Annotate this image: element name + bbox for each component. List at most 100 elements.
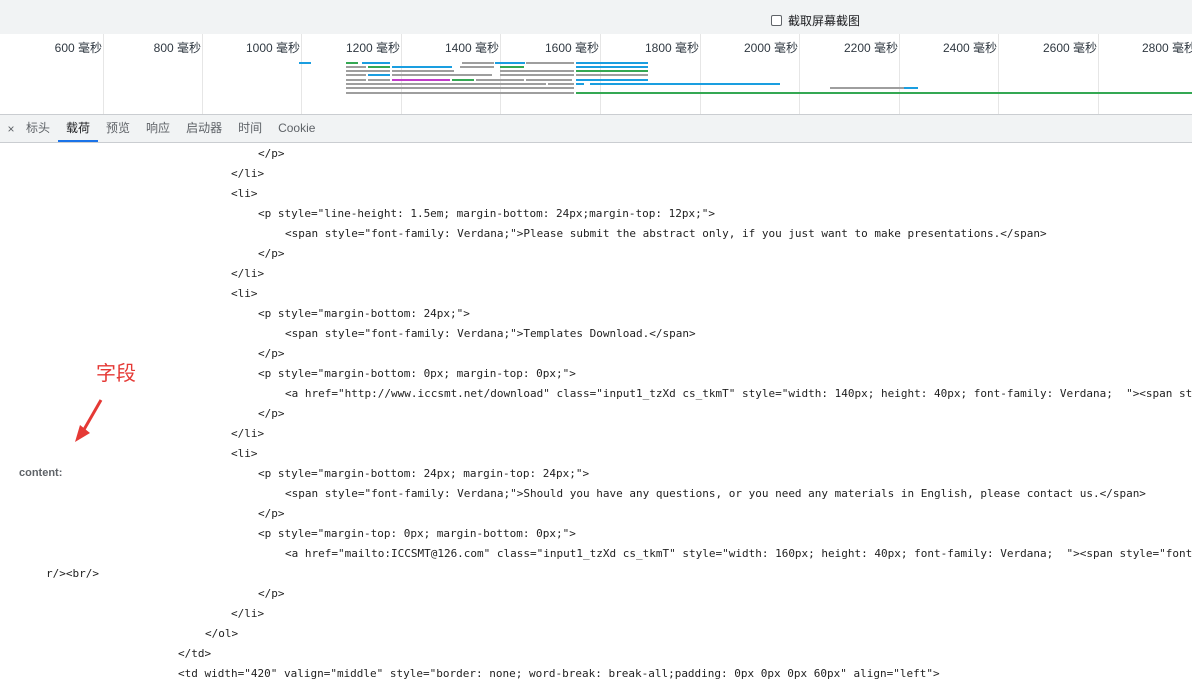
tick-label: 1600 毫秒 <box>544 41 599 55</box>
timeline-tick: 1000 毫秒 <box>246 34 302 114</box>
payload-field-key: content: <box>19 467 63 479</box>
request-bar <box>576 62 648 64</box>
code-line: </li> <box>231 167 265 180</box>
request-bar <box>500 66 524 68</box>
code-line: </li> <box>231 267 265 280</box>
request-bar <box>346 66 366 68</box>
tick-label: 2600 毫秒 <box>1042 41 1097 55</box>
toolbar: 截取屏幕截图 <box>0 0 1192 34</box>
request-bar <box>500 74 574 76</box>
close-icon[interactable]: × <box>4 122 18 136</box>
timeline-tick: 1800 毫秒 <box>645 34 701 114</box>
code-line: </li> <box>231 607 265 620</box>
request-bar <box>346 79 366 81</box>
request-bar <box>548 83 574 85</box>
tab-headers[interactable]: 标头 <box>18 115 58 142</box>
annotation-label: 字段 <box>96 361 136 385</box>
tab-cookies[interactable]: Cookie <box>270 115 323 142</box>
code-line: </p> <box>258 147 285 160</box>
timeline-tick: 2400 毫秒 <box>943 34 999 114</box>
request-bar <box>576 92 1192 94</box>
request-bar <box>362 62 390 64</box>
code-line: <span style="font-family: Verdana;">Shou… <box>285 487 1146 500</box>
timeline-tick: 800 毫秒 <box>154 34 203 114</box>
request-bar <box>576 79 648 81</box>
code-line: <li> <box>231 287 258 300</box>
code-line: <p style="margin-bottom: 0px; margin-top… <box>258 367 576 380</box>
network-timeline-overview[interactable]: 600 毫秒 800 毫秒 1000 毫秒 1200 毫秒 1400 毫秒 16… <box>0 34 1192 115</box>
tab-response[interactable]: 响应 <box>138 115 178 142</box>
code-line: </td> <box>178 647 212 660</box>
request-bar <box>904 87 918 89</box>
request-bar <box>299 62 311 64</box>
detail-tabs: × 标头 载荷 预览 响应 启动器 时间 Cookie <box>0 115 1192 143</box>
request-bar <box>495 62 525 64</box>
request-bar <box>576 83 584 85</box>
code-line: </p> <box>258 507 285 520</box>
request-bar <box>392 79 450 81</box>
request-bar <box>346 92 574 94</box>
code-line: <p style="margin-top: 0px; margin-bottom… <box>258 527 576 540</box>
code-line: </p> <box>258 347 285 360</box>
request-bar <box>576 70 648 72</box>
request-bar <box>346 74 366 76</box>
code-line: <p style="line-height: 1.5em; margin-bot… <box>258 207 715 220</box>
code-line: <td width="420" valign="middle" style="b… <box>178 667 940 680</box>
tick-label: 2400 毫秒 <box>942 41 997 55</box>
request-bar <box>392 70 454 72</box>
code-line: </p> <box>258 407 285 420</box>
request-bar <box>576 66 648 68</box>
request-bar <box>500 70 574 72</box>
capture-screenshot-option[interactable]: 截取屏幕截图 <box>771 12 860 29</box>
tick-label: 600 毫秒 <box>54 41 102 55</box>
request-bar <box>346 70 390 72</box>
request-bar <box>346 83 546 85</box>
tab-preview[interactable]: 预览 <box>98 115 138 142</box>
code-line: <p style="margin-bottom: 24px; margin-to… <box>258 467 590 480</box>
capture-screenshot-label: 截取屏幕截图 <box>788 14 861 28</box>
code-line: </p> <box>258 587 285 600</box>
code-line: </p> <box>258 247 285 260</box>
code-line: <li> <box>231 447 258 460</box>
tick-label: 800 毫秒 <box>153 41 201 55</box>
code-line: </ol> <box>205 627 239 640</box>
capture-screenshot-checkbox[interactable] <box>771 15 782 26</box>
tick-label: 1400 毫秒 <box>444 41 499 55</box>
tick-label: 1800 毫秒 <box>644 41 699 55</box>
request-bar <box>368 66 390 68</box>
request-bar <box>392 66 452 68</box>
request-bar <box>462 62 494 64</box>
request-bar <box>526 62 574 64</box>
tick-label: 2200 毫秒 <box>843 41 898 55</box>
request-bar <box>452 79 474 81</box>
timeline-tick: 2200 毫秒 <box>844 34 900 114</box>
code-line: <span style="font-family: Verdana;">Plea… <box>285 227 1047 240</box>
request-bar <box>576 74 648 76</box>
tab-timing[interactable]: 时间 <box>230 115 270 142</box>
request-bar <box>346 62 358 64</box>
timeline-tick: 2000 毫秒 <box>744 34 800 114</box>
request-bar <box>392 74 492 76</box>
code-line: <p style="margin-bottom: 24px;"> <box>258 307 470 320</box>
request-bar <box>346 87 574 89</box>
code-line: <a href="mailto:ICCSMT@126.com" class="i… <box>285 547 1192 560</box>
request-bar <box>476 79 524 81</box>
request-bar <box>460 66 494 68</box>
tab-initiator[interactable]: 启动器 <box>178 115 230 142</box>
timeline-tick: 2600 毫秒 <box>1043 34 1099 114</box>
annotation-arrow-icon <box>75 399 103 442</box>
request-bar <box>368 74 390 76</box>
request-bar <box>526 79 572 81</box>
timeline-tick: 600 毫秒 <box>55 34 104 114</box>
request-bar <box>368 79 390 81</box>
tick-label: 2800 毫秒 <box>1141 41 1192 55</box>
code-line: <a href="http://www.iccsmt.net/download"… <box>285 387 1192 400</box>
tick-label: 1200 毫秒 <box>345 41 400 55</box>
request-bar <box>590 83 780 85</box>
code-line: r/><br/> <box>46 567 99 580</box>
tab-payload[interactable]: 载荷 <box>58 115 99 142</box>
tick-label: 2000 毫秒 <box>743 41 798 55</box>
code-line: <span style="font-family: Verdana;">Temp… <box>285 327 696 340</box>
payload-view[interactable]: content: 字段 </p> </li> <li> <p style="li… <box>0 143 1192 691</box>
code-line: </li> <box>231 427 265 440</box>
